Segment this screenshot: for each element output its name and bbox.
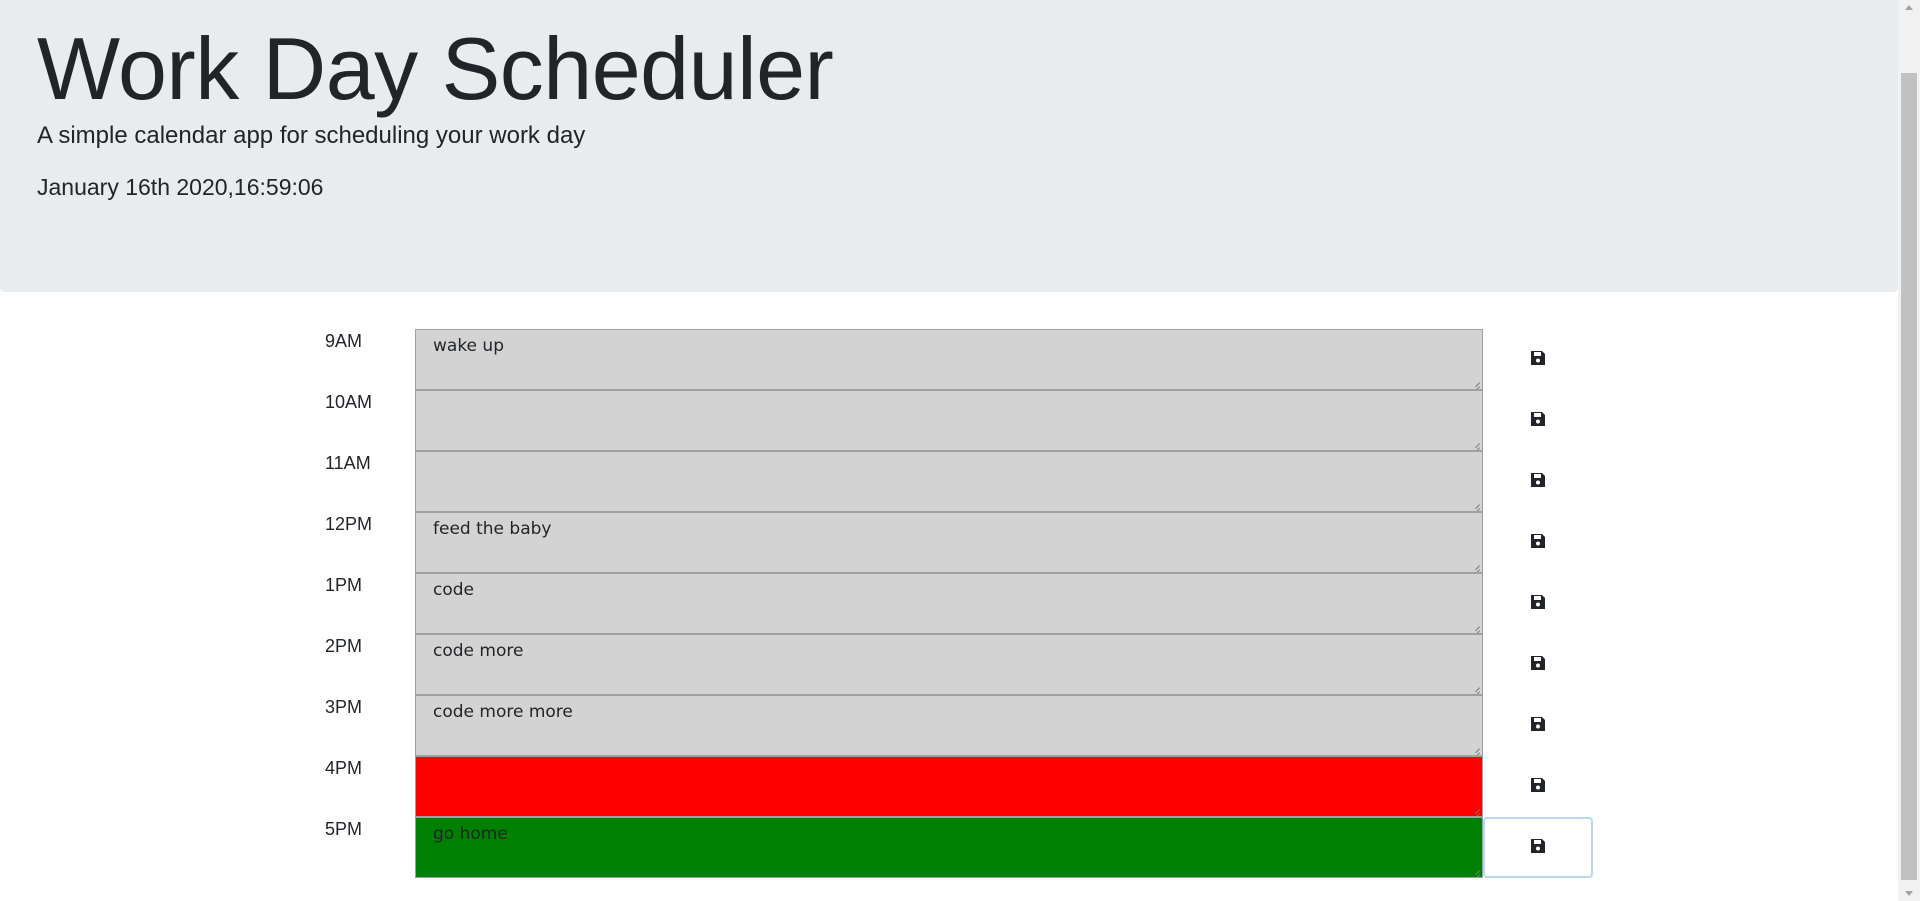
floppy-disk-icon (1530, 838, 1546, 857)
hour-label: 10AM (325, 392, 373, 412)
resize-handle-icon[interactable] (1470, 560, 1480, 570)
resize-handle-icon[interactable] (1470, 804, 1480, 814)
floppy-disk-icon (1530, 716, 1546, 735)
current-datetime: January 16th 2020,16:59:06 (37, 174, 324, 200)
floppy-disk-icon (1530, 350, 1546, 369)
time-block-row: 1PM code (318, 573, 1593, 634)
hour-label: 5PM (325, 819, 363, 839)
event-textarea[interactable]: wake up (415, 329, 1483, 390)
time-block-row: 2PM code more (318, 634, 1593, 695)
hour-label: 11AM (325, 453, 371, 473)
scroll-up-icon[interactable] (1905, 5, 1913, 10)
resize-handle-icon[interactable] (1470, 377, 1480, 387)
event-textarea[interactable]: feed the baby (415, 512, 1483, 573)
time-block-row: 5PM go home (318, 817, 1593, 878)
save-button[interactable] (1483, 390, 1593, 451)
save-button[interactable] (1483, 756, 1593, 817)
hour-label: 12PM (325, 514, 373, 534)
resize-handle-icon[interactable] (1470, 865, 1480, 875)
scrollbar-thumb[interactable] (1901, 73, 1917, 880)
floppy-disk-icon (1530, 594, 1546, 613)
hour-label: 1PM (325, 575, 363, 595)
schedule-container: 9AM wake up 10AM 11AM 12PM feed the baby… (318, 329, 1593, 878)
hour-label: 4PM (325, 758, 363, 778)
time-block-row: 12PM feed the baby (318, 512, 1593, 573)
event-textarea[interactable] (415, 451, 1483, 512)
time-block-row: 11AM (318, 451, 1593, 512)
time-block-row: 9AM wake up (318, 329, 1593, 390)
resize-handle-icon[interactable] (1470, 743, 1480, 753)
event-textarea[interactable]: code more (415, 634, 1483, 695)
save-button[interactable] (1483, 451, 1593, 512)
resize-handle-icon[interactable] (1470, 438, 1480, 448)
floppy-disk-icon (1530, 472, 1546, 491)
time-block-row: 4PM (318, 756, 1593, 817)
time-block-row: 3PM code more more (318, 695, 1593, 756)
save-button[interactable] (1483, 695, 1593, 756)
page-subtitle: A simple calendar app for scheduling you… (37, 122, 586, 149)
hour-label: 9AM (325, 331, 363, 351)
resize-handle-icon[interactable] (1470, 499, 1480, 509)
page-title: Work Day Scheduler (37, 19, 834, 118)
floppy-disk-icon (1530, 655, 1546, 674)
scroll-down-icon[interactable] (1905, 891, 1913, 896)
event-textarea[interactable] (415, 756, 1483, 817)
time-block-row: 10AM (318, 390, 1593, 451)
resize-handle-icon[interactable] (1470, 682, 1480, 692)
event-textarea[interactable]: code (415, 573, 1483, 634)
save-button[interactable] (1483, 634, 1593, 695)
event-textarea[interactable] (415, 390, 1483, 451)
save-button[interactable] (1483, 512, 1593, 573)
save-button[interactable] (1483, 329, 1593, 390)
event-textarea[interactable]: code more more (415, 695, 1483, 756)
floppy-disk-icon (1530, 777, 1546, 796)
save-button[interactable] (1483, 573, 1593, 634)
resize-handle-icon[interactable] (1470, 621, 1480, 631)
save-button[interactable] (1483, 817, 1593, 878)
header-jumbotron: Work Day Scheduler A simple calendar app… (0, 0, 1898, 292)
hour-label: 3PM (325, 697, 363, 717)
vertical-scrollbar[interactable] (1898, 0, 1920, 901)
floppy-disk-icon (1530, 533, 1546, 552)
floppy-disk-icon (1530, 411, 1546, 430)
event-textarea[interactable]: go home (415, 817, 1483, 878)
hour-label: 2PM (325, 636, 363, 656)
